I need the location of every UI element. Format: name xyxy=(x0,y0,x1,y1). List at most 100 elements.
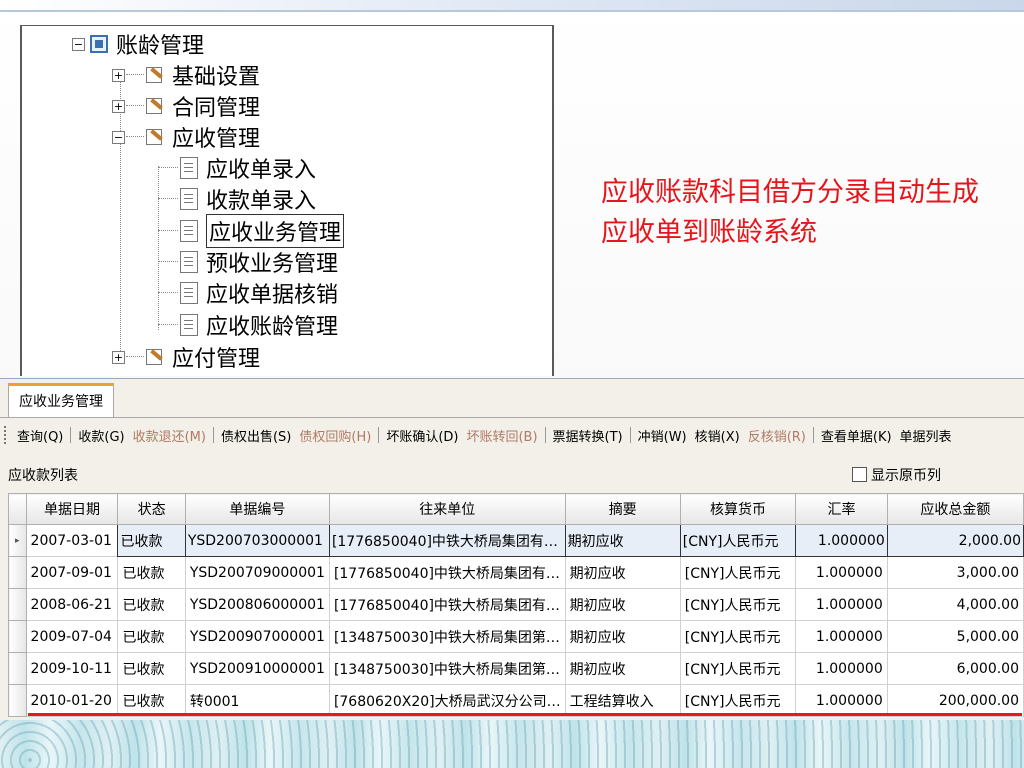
table-cell[interactable]: [1348750030]中铁大桥局集团第… xyxy=(328,620,566,653)
refund-button[interactable]: 收款退还(M) xyxy=(129,426,210,445)
table-cell[interactable]: [1776850040]中铁大桥局集团有… xyxy=(328,588,566,621)
bad-debt-reverse-button[interactable]: 坏账转回(B) xyxy=(462,426,541,445)
table-cell[interactable]: [CNY]人民币元 xyxy=(679,556,797,589)
table-cell[interactable]: 2009-10-11 xyxy=(25,652,119,685)
expand-toggle[interactable]: + xyxy=(112,69,125,82)
table-cell[interactable]: [CNY]人民币元 xyxy=(679,588,797,621)
query-button[interactable]: 查询(Q) xyxy=(13,426,67,445)
bill-convert-button[interactable]: 票据转换(T) xyxy=(549,426,627,445)
column-header[interactable]: 汇率 xyxy=(795,493,888,525)
table-cell[interactable]: 2,000.00 xyxy=(886,524,1024,557)
table-cell[interactable]: [CNY]人民币元 xyxy=(679,652,797,685)
expand-toggle[interactable]: + xyxy=(112,100,125,113)
toolbar-grip[interactable] xyxy=(4,426,9,444)
table-cell[interactable]: 已收款 xyxy=(117,684,186,717)
show-original-currency-checkbox[interactable] xyxy=(852,467,867,482)
verify-button[interactable]: 核销(X) xyxy=(691,426,744,445)
table-cell[interactable]: [7680620X20]大桥局武汉分公司… xyxy=(328,684,566,717)
table-cell[interactable]: [CNY]人民币元 xyxy=(679,524,797,557)
column-header[interactable]: 核算货币 xyxy=(679,493,797,525)
collapse-toggle[interactable]: − xyxy=(72,38,85,51)
table-cell[interactable]: YSD200806000001 xyxy=(184,588,330,621)
row-header[interactable] xyxy=(8,620,27,653)
table-cell[interactable]: [1348750030]中铁大桥局集团第… xyxy=(328,652,566,685)
unverify-button[interactable]: 反核销(R) xyxy=(744,426,810,445)
table-row[interactable]: 2007-09-01 已收款 YSD200709000001 [17768500… xyxy=(8,556,1024,589)
table-cell[interactable]: 2009-07-04 xyxy=(25,620,119,653)
column-header[interactable]: 往来单位 xyxy=(328,493,566,525)
table-row[interactable]: 2009-10-11 已收款 YSD200910000001 [13487500… xyxy=(8,652,1024,685)
buyback-claim-button[interactable]: 债权回购(H) xyxy=(295,426,375,445)
table-cell[interactable]: 1.000000 xyxy=(795,620,888,653)
table-cell[interactable]: 1.000000 xyxy=(795,588,888,621)
column-header[interactable]: 状态 xyxy=(117,493,186,525)
table-cell[interactable]: 3,000.00 xyxy=(886,556,1024,589)
current-row-indicator[interactable]: ▸ xyxy=(8,524,27,557)
row-header[interactable] xyxy=(8,556,27,589)
write-off-button[interactable]: 冲销(W) xyxy=(634,426,691,445)
table-cell[interactable]: 已收款 xyxy=(117,556,186,589)
expand-toggle[interactable]: + xyxy=(112,351,125,364)
table-cell[interactable]: 期初应收 xyxy=(564,524,681,557)
tree-node-receivable-business[interactable]: 应收业务管理 xyxy=(180,214,345,248)
table-cell[interactable]: YSD200907000001 xyxy=(184,620,330,653)
column-header[interactable]: 应收总金额 xyxy=(886,493,1024,525)
table-row[interactable]: 2010-01-20 已收款 转0001 [7680620X20]大桥局武汉分公… xyxy=(8,684,1024,717)
tab-receivable-business[interactable]: 应收业务管理 xyxy=(8,383,114,417)
column-header[interactable]: 单据编号 xyxy=(184,493,330,525)
table-cell[interactable]: [CNY]人民币元 xyxy=(679,684,797,717)
table-cell[interactable]: 期初应收 xyxy=(564,652,681,685)
table-cell[interactable]: [CNY]人民币元 xyxy=(679,620,797,653)
table-cell[interactable]: 1.000000 xyxy=(795,524,888,557)
table-cell[interactable]: 已收款 xyxy=(117,620,186,653)
bad-debt-confirm-button[interactable]: 坏账确认(D) xyxy=(382,426,462,445)
table-cell[interactable]: 1.000000 xyxy=(795,556,888,589)
receipt-button[interactable]: 收款(G) xyxy=(74,426,128,445)
tree-node-receivable-entry[interactable]: 应收单录入 xyxy=(180,153,316,183)
document-list-button[interactable]: 单据列表 xyxy=(896,426,956,445)
table-cell[interactable]: 已收款 xyxy=(117,652,186,685)
row-header[interactable] xyxy=(8,652,27,685)
table-cell[interactable]: 6,000.00 xyxy=(886,652,1024,685)
tree-node-root[interactable]: 账龄管理 xyxy=(90,29,204,59)
table-cell[interactable]: YSD200703000001 xyxy=(184,524,330,557)
tree-node-prepayment-business[interactable]: 预收业务管理 xyxy=(180,247,338,277)
table-cell[interactable]: 200,000.00 xyxy=(886,684,1024,717)
table-cell[interactable]: 已收款 xyxy=(117,524,186,557)
table-cell[interactable]: 工程结算收入 xyxy=(564,684,681,717)
table-cell[interactable]: 2007-03-01 xyxy=(25,524,119,557)
tree-node-contract[interactable]: 合同管理 xyxy=(144,91,260,121)
table-cell[interactable]: [1776850040]中铁大桥局集团有… xyxy=(328,524,566,557)
table-cell[interactable]: YSD200910000001 xyxy=(184,652,330,685)
tree-node-receivables[interactable]: 应收管理 xyxy=(144,122,260,152)
table-cell[interactable]: 2010-01-20 xyxy=(25,684,119,717)
row-header[interactable] xyxy=(8,588,27,621)
table-cell[interactable]: 2007-09-01 xyxy=(25,556,119,589)
table-cell[interactable]: 期初应收 xyxy=(564,588,681,621)
table-cell[interactable]: 已收款 xyxy=(117,588,186,621)
tree-node-verification[interactable]: 应收单据核销 xyxy=(180,278,338,308)
column-header[interactable]: 摘要 xyxy=(564,493,681,525)
table-cell[interactable]: 5,000.00 xyxy=(886,620,1024,653)
row-header[interactable] xyxy=(8,684,27,717)
show-original-currency-label[interactable]: 显示原币列 xyxy=(871,465,941,485)
table-cell[interactable]: 1.000000 xyxy=(795,652,888,685)
table-row[interactable]: ▸ 2007-03-01 已收款 YSD200703000001 [177685… xyxy=(8,524,1024,557)
collapse-toggle[interactable]: − xyxy=(112,131,125,144)
table-cell[interactable]: 1.000000 xyxy=(795,684,888,717)
column-header[interactable]: 单据日期 xyxy=(25,493,119,525)
tree-node-receipt-entry[interactable]: 收款单录入 xyxy=(180,184,316,214)
tree-node-basic-settings[interactable]: 基础设置 xyxy=(144,60,260,90)
table-cell[interactable]: YSD200709000001 xyxy=(184,556,330,589)
table-cell[interactable]: 期初应收 xyxy=(564,620,681,653)
tree-node-aging[interactable]: 应收账龄管理 xyxy=(180,310,338,340)
table-row[interactable]: 2009-07-04 已收款 YSD200907000001 [13487500… xyxy=(8,620,1024,653)
table-cell[interactable]: 转0001 xyxy=(184,684,330,717)
table-cell[interactable]: 2008-06-21 xyxy=(25,588,119,621)
view-document-button[interactable]: 查看单据(K) xyxy=(817,426,896,445)
table-cell[interactable]: [1776850040]中铁大桥局集团有… xyxy=(328,556,566,589)
tree-node-payables[interactable]: 应付管理 xyxy=(144,342,260,372)
table-cell[interactable]: 期初应收 xyxy=(564,556,681,589)
sell-claim-button[interactable]: 债权出售(S) xyxy=(217,426,295,445)
table-row[interactable]: 2008-06-21 已收款 YSD200806000001 [17768500… xyxy=(8,588,1024,621)
